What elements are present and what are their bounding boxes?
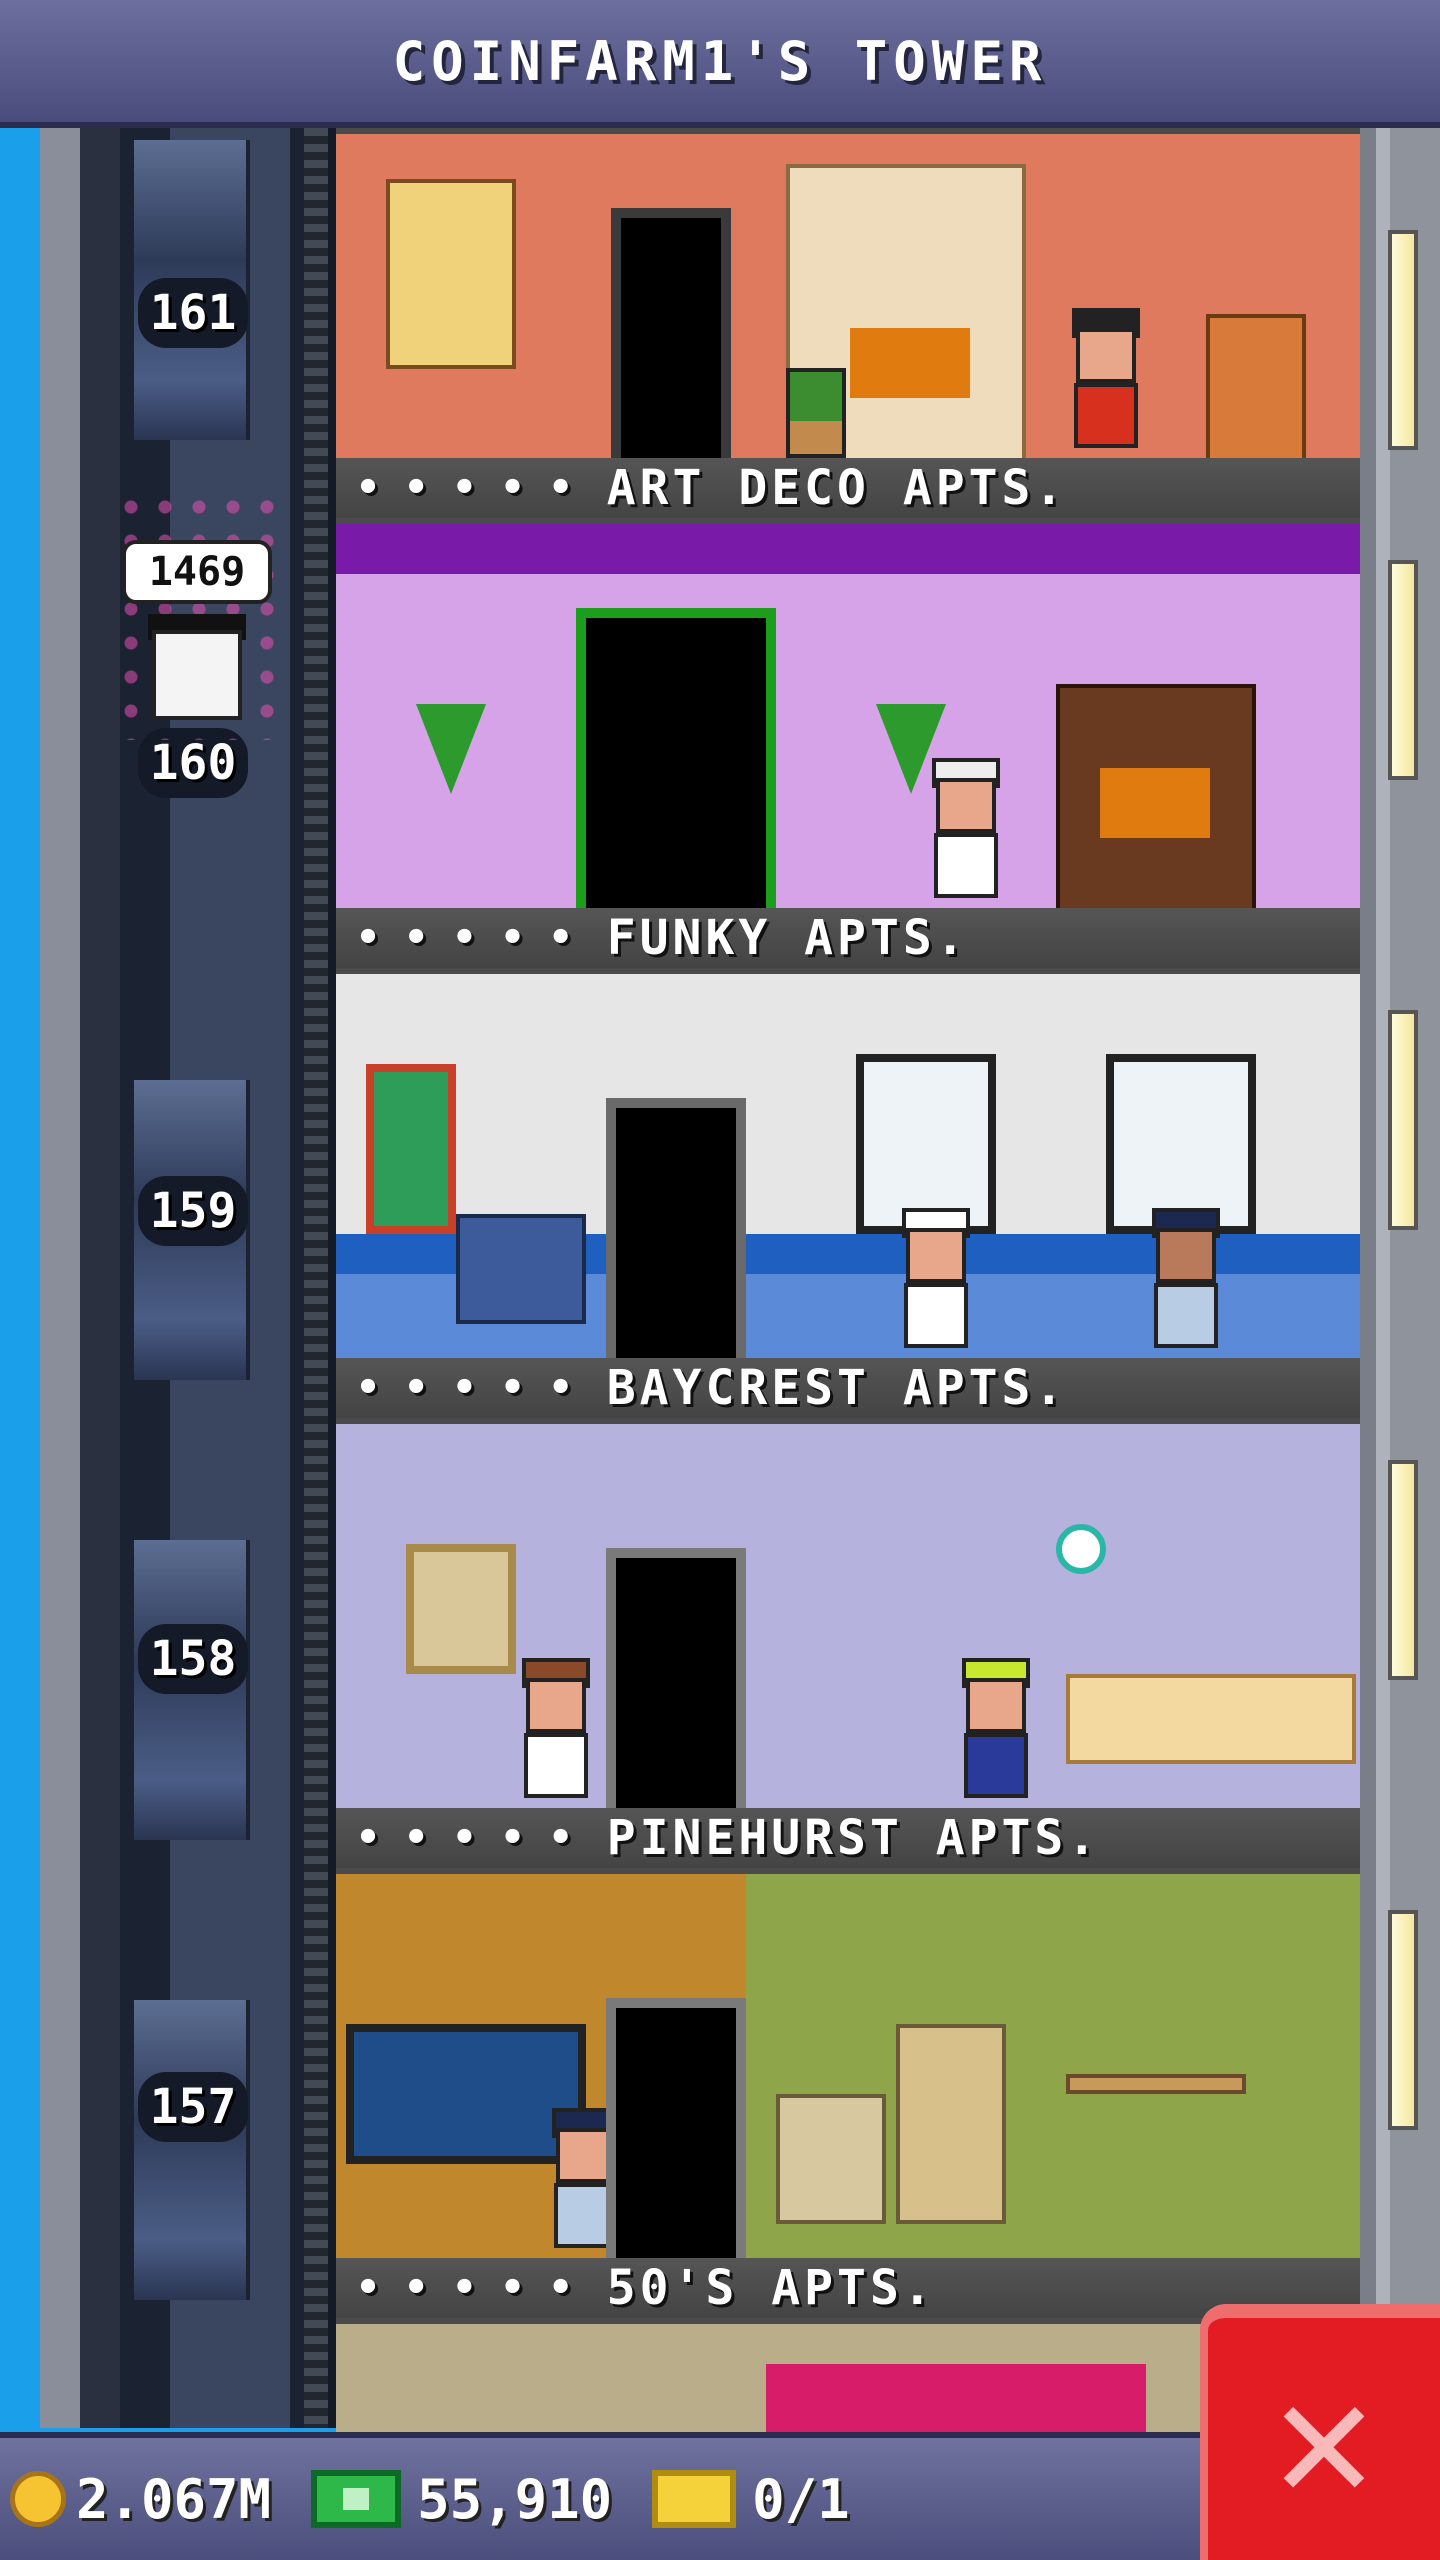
character-head xyxy=(936,778,996,833)
close-button[interactable]: ✕ xyxy=(1200,2304,1440,2560)
floor-number-badge: 159 xyxy=(138,1176,248,1246)
floor-sign-label: ART DECO APTS. xyxy=(606,460,1068,516)
furniture-cabinet xyxy=(766,2364,1146,2432)
elevator-segment xyxy=(130,2000,250,2300)
star-rating-dots: • • • • • xyxy=(356,1365,573,1411)
tower-title: COINFARM1'S TOWER xyxy=(392,29,1048,93)
fire xyxy=(1100,768,1210,838)
stove xyxy=(776,2094,886,2224)
elevator-passenger[interactable]: 1469 xyxy=(114,490,284,740)
close-icon: ✕ xyxy=(1272,2340,1376,2538)
character-body xyxy=(904,1283,968,1348)
floor-sign-funky[interactable]: • • • • • FUNKY APTS. xyxy=(336,908,1360,968)
resident-character[interactable] xyxy=(1066,308,1146,448)
wall-painting xyxy=(366,1064,456,1234)
resident-character[interactable] xyxy=(926,758,1006,898)
apartment-door[interactable] xyxy=(606,1098,746,1358)
cash-stat[interactable]: 55,910 xyxy=(311,2468,612,2531)
character-body xyxy=(524,1733,588,1798)
coins-stat[interactable]: 2.067M xyxy=(10,2468,271,2531)
golden-ticket-icon xyxy=(652,2470,737,2528)
armchair xyxy=(1206,314,1306,458)
floor-sign-label: FUNKY APTS. xyxy=(606,910,969,966)
apartment-door[interactable] xyxy=(611,208,731,458)
floor-sign-label: BAYCREST APTS. xyxy=(606,1360,1068,1416)
floor-funky-room[interactable] xyxy=(336,518,1360,908)
cash-icon xyxy=(311,2470,402,2528)
tower-header: COINFARM1'S TOWER xyxy=(0,0,1440,128)
character-body xyxy=(934,833,998,898)
resident-character[interactable] xyxy=(956,1658,1036,1798)
floor-pinehurst-room[interactable] xyxy=(336,1418,1360,1808)
resident-character[interactable] xyxy=(516,1658,596,1798)
apartment-door[interactable] xyxy=(606,1998,746,2258)
resident-character[interactable] xyxy=(1146,1208,1226,1348)
floor-sign-baycrest[interactable]: • • • • • BAYCREST APTS. xyxy=(336,1358,1360,1418)
star-rating-dots: • • • • • xyxy=(356,465,573,511)
star-rating-dots: • • • • • xyxy=(356,915,573,961)
wall-tapestry xyxy=(386,179,516,369)
elevator-track xyxy=(304,128,328,2428)
star-rating-dots: • • • • • xyxy=(356,1815,573,1861)
refrigerator xyxy=(896,2024,1006,2224)
character-body xyxy=(1154,1283,1218,1348)
floor-fifties-room[interactable] xyxy=(336,1868,1360,2258)
armchair xyxy=(456,1214,586,1324)
cash-value: 55,910 xyxy=(417,2467,613,2531)
golden-tickets-stat[interactable]: 0/1 xyxy=(652,2468,850,2531)
potted-cactus xyxy=(786,368,846,458)
coin-icon xyxy=(10,2471,66,2527)
kitchen-counter xyxy=(1066,1674,1356,1764)
wall-painting xyxy=(406,1544,516,1674)
floor-sign-fifties[interactable]: • • • • • 50'S APTS. xyxy=(336,2258,1360,2318)
floor-number-badge: 157 xyxy=(138,2072,248,2142)
golden-tickets-value: 0/1 xyxy=(752,2467,850,2531)
character-head xyxy=(1076,328,1136,383)
floor-number-badge: 161 xyxy=(138,278,248,348)
clock-icon xyxy=(1056,1524,1106,1574)
sky-background xyxy=(0,128,40,2428)
floor-art-deco-room[interactable] xyxy=(336,128,1360,458)
window-light xyxy=(1388,1910,1418,2130)
resident-character[interactable] xyxy=(896,1208,976,1348)
window-light xyxy=(1388,1460,1418,1680)
floor-sign-label: PINEHURST APTS. xyxy=(606,1810,1101,1866)
apartment-door[interactable] xyxy=(606,1548,746,1808)
wall-decoration xyxy=(416,704,486,794)
fireplace xyxy=(1056,684,1256,908)
character-head xyxy=(1156,1228,1216,1283)
character-head xyxy=(526,1678,586,1733)
passenger-head xyxy=(152,630,242,720)
floor-baycrest-room[interactable] xyxy=(336,968,1360,1358)
floor-number-badge: 158 xyxy=(138,1624,248,1694)
floor-sign-pinehurst[interactable]: • • • • • PINEHURST APTS. xyxy=(336,1808,1360,1868)
coins-value: 2.067M xyxy=(76,2467,272,2531)
character-body xyxy=(964,1733,1028,1798)
dining-table xyxy=(1066,2074,1246,2094)
passenger-destination-bubble: 1469 xyxy=(122,540,272,604)
window-light xyxy=(1388,1010,1418,1230)
window-blinds xyxy=(1106,1054,1256,1234)
window-light xyxy=(1388,230,1418,450)
character-head xyxy=(906,1228,966,1283)
apartment-door[interactable] xyxy=(576,608,776,908)
character-head xyxy=(966,1678,1026,1733)
floor-sign-art-deco[interactable]: • • • • • ART DECO APTS. xyxy=(336,458,1360,518)
floor-sign-label: 50'S APTS. xyxy=(606,2260,936,2316)
fire xyxy=(850,328,970,398)
star-rating-dots: • • • • • xyxy=(356,2265,573,2311)
window-blinds xyxy=(856,1054,996,1234)
window-light xyxy=(1388,560,1418,780)
character-body xyxy=(1074,383,1138,448)
